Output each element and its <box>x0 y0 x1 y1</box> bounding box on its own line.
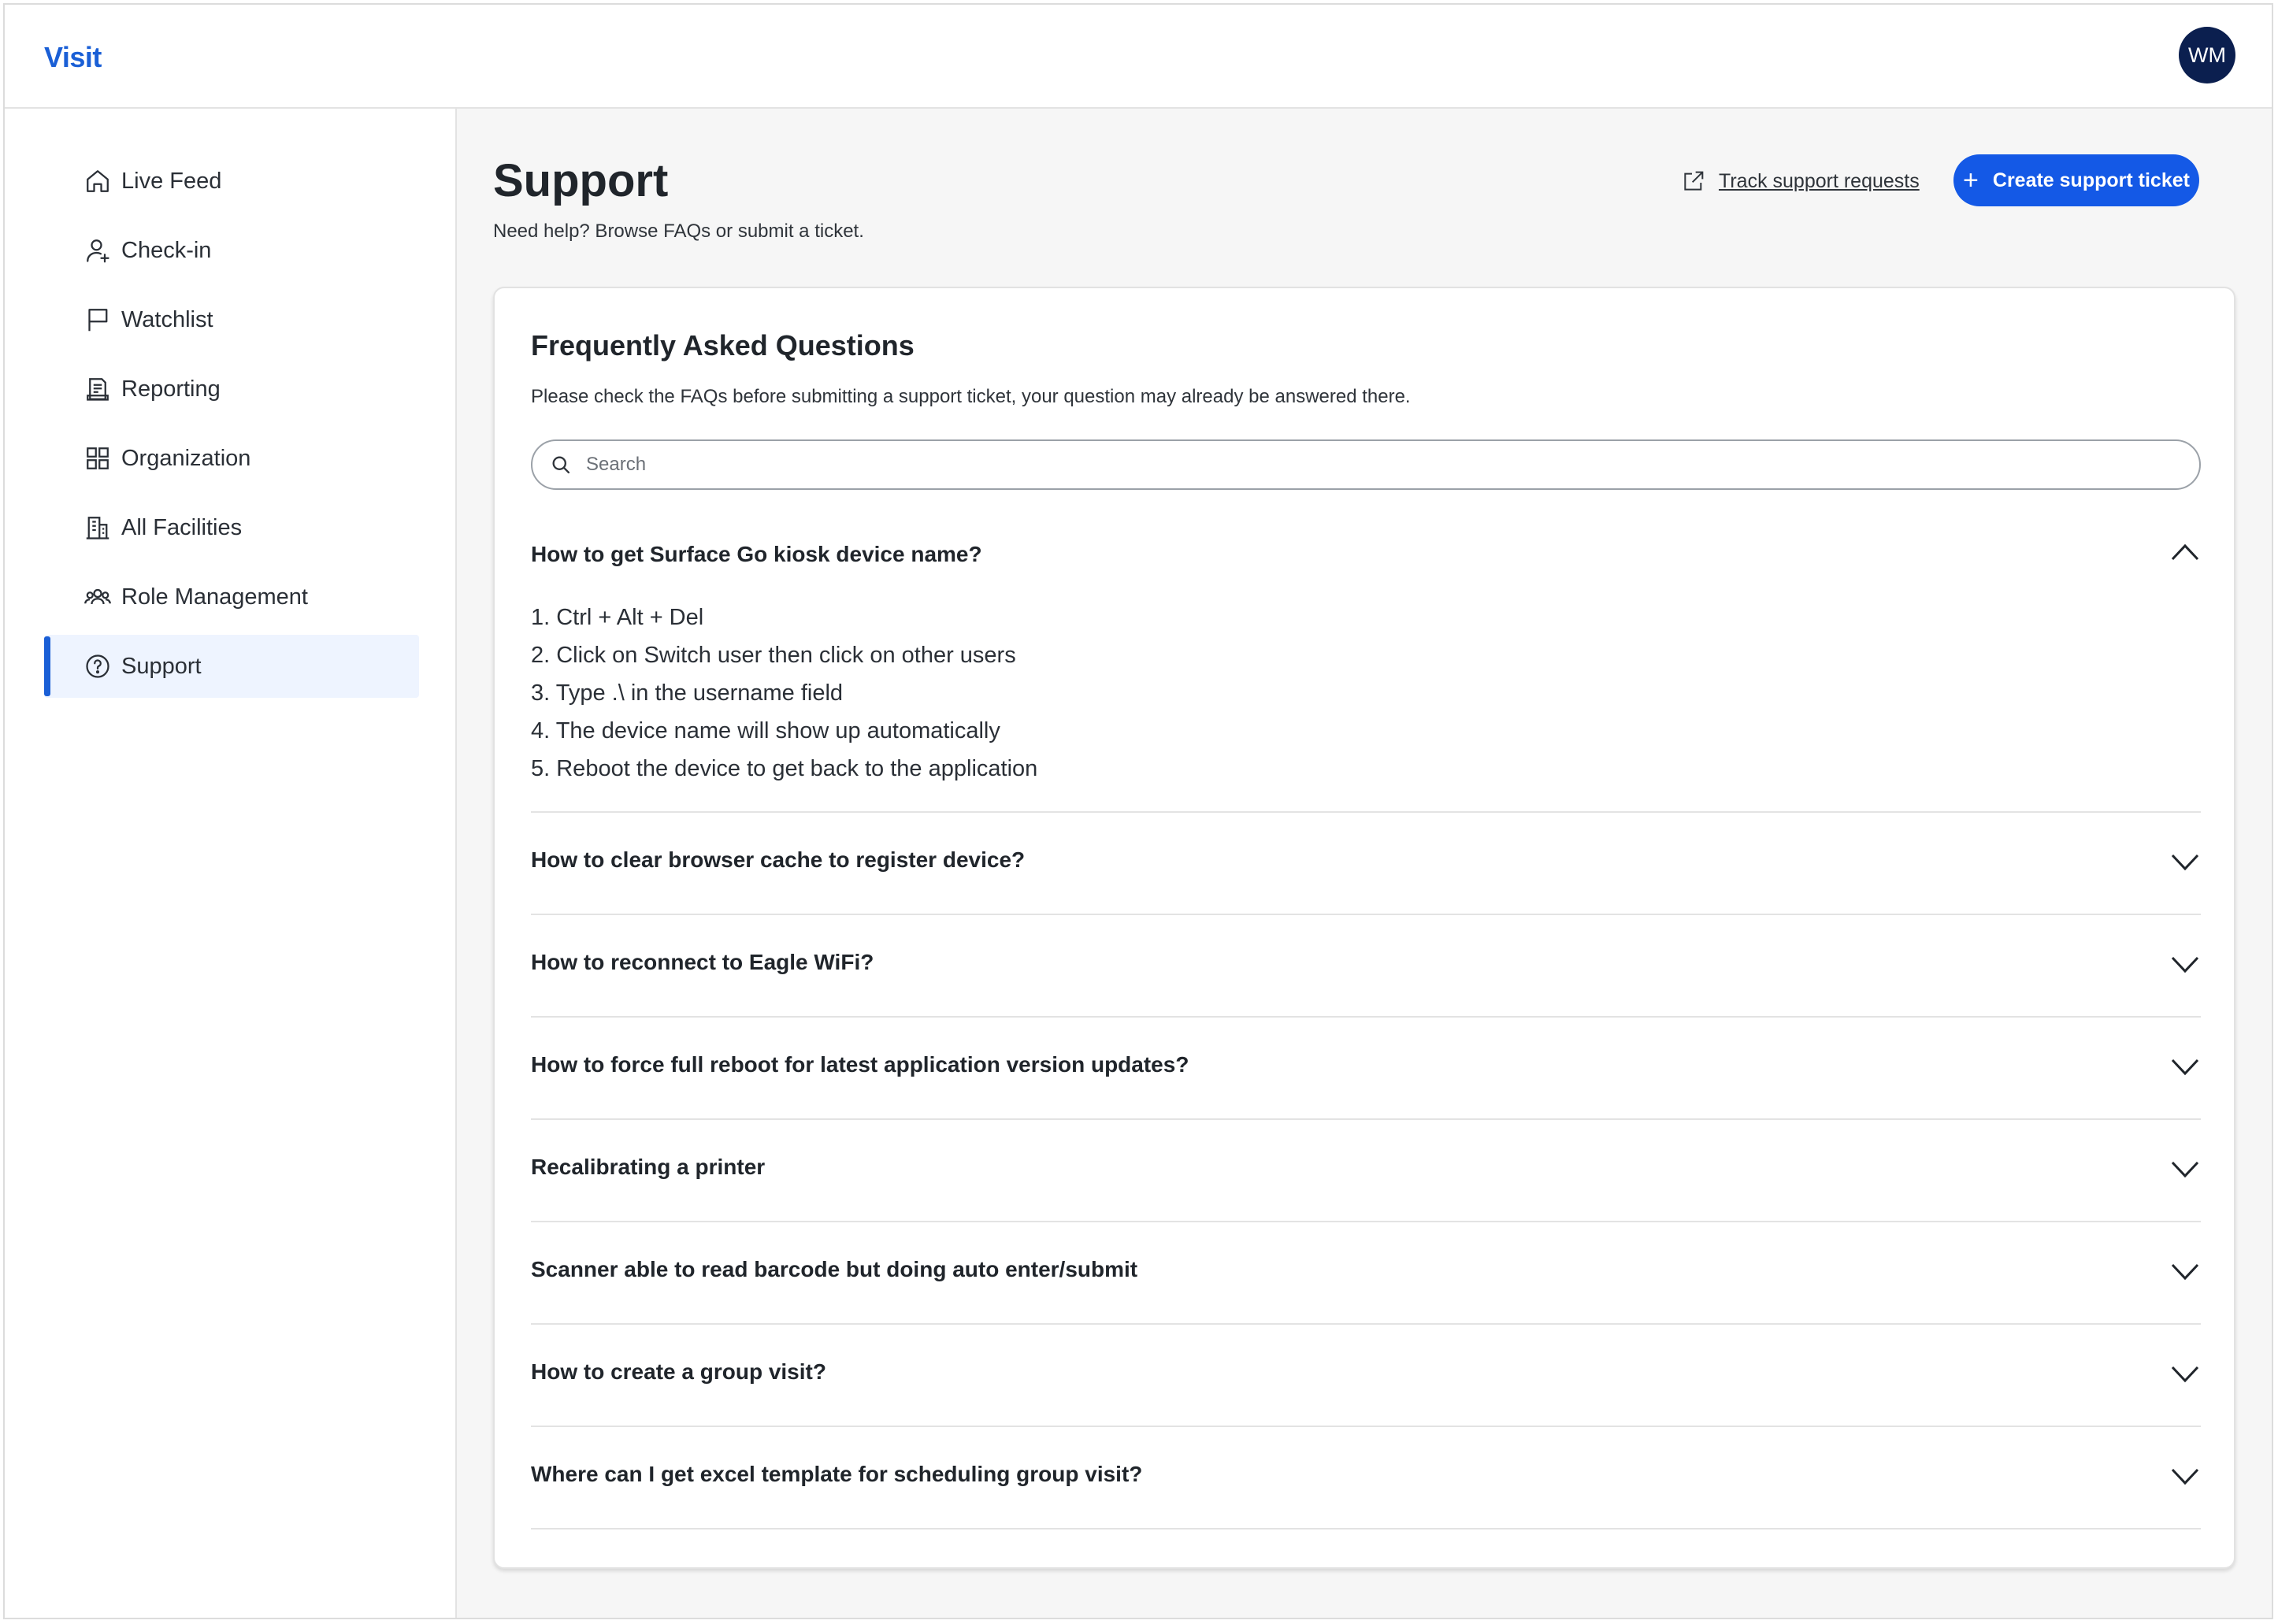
faq-question[interactable]: Recalibrating a printer <box>531 1155 765 1180</box>
home-icon <box>87 170 109 192</box>
faq-item[interactable]: How to force full reboot for latest appl… <box>531 1018 2201 1120</box>
faq-item: How to get Surface Go kiosk device name?… <box>531 517 2201 813</box>
create-support-ticket-button[interactable]: + Create support ticket <box>1953 154 2199 206</box>
top-bar: Visit WM <box>5 5 2272 109</box>
create-button-label: Create support ticket <box>1992 169 2190 191</box>
answer-step: 5. Reboot the device to get back to the … <box>531 756 1038 781</box>
faq-title: Frequently Asked Questions <box>531 329 915 362</box>
sidebar-item-label: Reporting <box>121 376 221 402</box>
chevron-up-icon[interactable] <box>2169 542 2201 562</box>
main-content: Support Need help? Browse FAQs or submit… <box>457 109 2272 1618</box>
sidebar-item-all-facilities[interactable]: All Facilities <box>44 496 419 559</box>
app-window: Visit WM Live Feed Check-in Watchlist Re… <box>3 3 2273 1619</box>
help-circle-icon <box>86 654 109 678</box>
track-support-requests-link[interactable]: Track support requests <box>1681 165 1920 197</box>
sidebar-item-live-feed[interactable]: Live Feed <box>44 150 419 213</box>
chevron-down-icon[interactable] <box>2169 1364 2201 1385</box>
faq-search[interactable] <box>531 439 2201 490</box>
chevron-down-icon[interactable] <box>2169 852 2201 873</box>
chevron-down-icon[interactable] <box>2169 1262 2201 1282</box>
faq-item[interactable]: How to clear browser cache to register d… <box>531 813 2201 915</box>
faq-item[interactable]: Recalibrating a printer <box>531 1120 2201 1222</box>
brand-logo[interactable]: Visit <box>44 41 102 74</box>
answer-step: 4. The device name will show up automati… <box>531 718 1000 743</box>
sidebar-item-label: Live Feed <box>121 168 222 194</box>
faq-question[interactable]: How to force full reboot for latest appl… <box>531 1052 1189 1077</box>
faq-item[interactable]: Where can I get excel template for sched… <box>531 1427 2201 1529</box>
sidebar-item-label: Role Management <box>121 584 308 610</box>
building-icon <box>86 517 109 539</box>
sidebar-item-label: Check-in <box>121 237 212 263</box>
faq-question[interactable]: How to reconnect to Eagle WiFi? <box>531 950 874 975</box>
faq-answer: 1. Ctrl + Alt + Del 2. Click on Switch u… <box>531 599 1037 788</box>
sidebar-item-label: Support <box>121 653 202 679</box>
sidebar-item-label: Watchlist <box>121 306 213 332</box>
user-avatar[interactable]: WM <box>2179 27 2235 83</box>
chevron-down-icon[interactable] <box>2169 1057 2201 1077</box>
faq-question[interactable]: Where can I get excel template for sched… <box>531 1462 1142 1487</box>
person-add-icon <box>87 239 109 263</box>
faq-question[interactable]: How to clear browser cache to register d… <box>531 847 1025 873</box>
faq-question[interactable]: Scanner able to read barcode but doing a… <box>531 1257 1137 1282</box>
faq-question[interactable]: How to create a group visit? <box>531 1359 826 1385</box>
search-icon <box>552 456 570 474</box>
answer-step: 3. Type .\ in the username field <box>531 680 844 706</box>
search-input[interactable] <box>584 453 2084 476</box>
faq-item[interactable]: How to reconnect to Eagle WiFi? <box>531 915 2201 1018</box>
sidebar-item-organization[interactable]: Organization <box>44 427 419 490</box>
page-subtitle: Need help? Browse FAQs or submit a ticke… <box>493 221 864 242</box>
chevron-down-icon[interactable] <box>2169 1466 2201 1487</box>
grid-icon <box>87 447 109 469</box>
answer-step: 1. Ctrl + Alt + Del <box>531 605 704 630</box>
sidebar-item-watchlist[interactable]: Watchlist <box>44 288 419 351</box>
answer-step: 2. Click on Switch user then click on ot… <box>531 643 1016 668</box>
faq-item[interactable]: How to create a group visit? <box>531 1325 2201 1427</box>
chevron-down-icon[interactable] <box>2169 955 2201 975</box>
people-group-icon <box>84 588 111 605</box>
faq-item[interactable]: Scanner able to read barcode but doing a… <box>531 1222 2201 1325</box>
sidebar-item-check-in[interactable]: Check-in <box>44 219 419 282</box>
plus-icon: + <box>1963 165 1979 195</box>
page-title: Support <box>493 155 669 206</box>
sidebar-item-reporting[interactable]: Reporting <box>44 358 419 421</box>
track-link-label: Track support requests <box>1719 169 1920 192</box>
chevron-down-icon[interactable] <box>2169 1159 2201 1180</box>
sidebar: Live Feed Check-in Watchlist Reporting O… <box>5 109 457 1618</box>
external-link-icon <box>1684 171 1704 191</box>
sidebar-item-label: All Facilities <box>121 514 243 540</box>
report-icon <box>87 378 109 401</box>
sidebar-item-support[interactable]: Support <box>44 635 419 698</box>
sidebar-item-label: Organization <box>121 445 251 471</box>
faq-card: Frequently Asked Questions Please check … <box>493 287 2235 1569</box>
faq-question[interactable]: How to get Surface Go kiosk device name? <box>531 542 982 567</box>
flag-icon <box>88 309 108 332</box>
sidebar-item-role-management[interactable]: Role Management <box>44 565 419 628</box>
faq-description: Please check the FAQs before submitting … <box>531 386 1411 407</box>
